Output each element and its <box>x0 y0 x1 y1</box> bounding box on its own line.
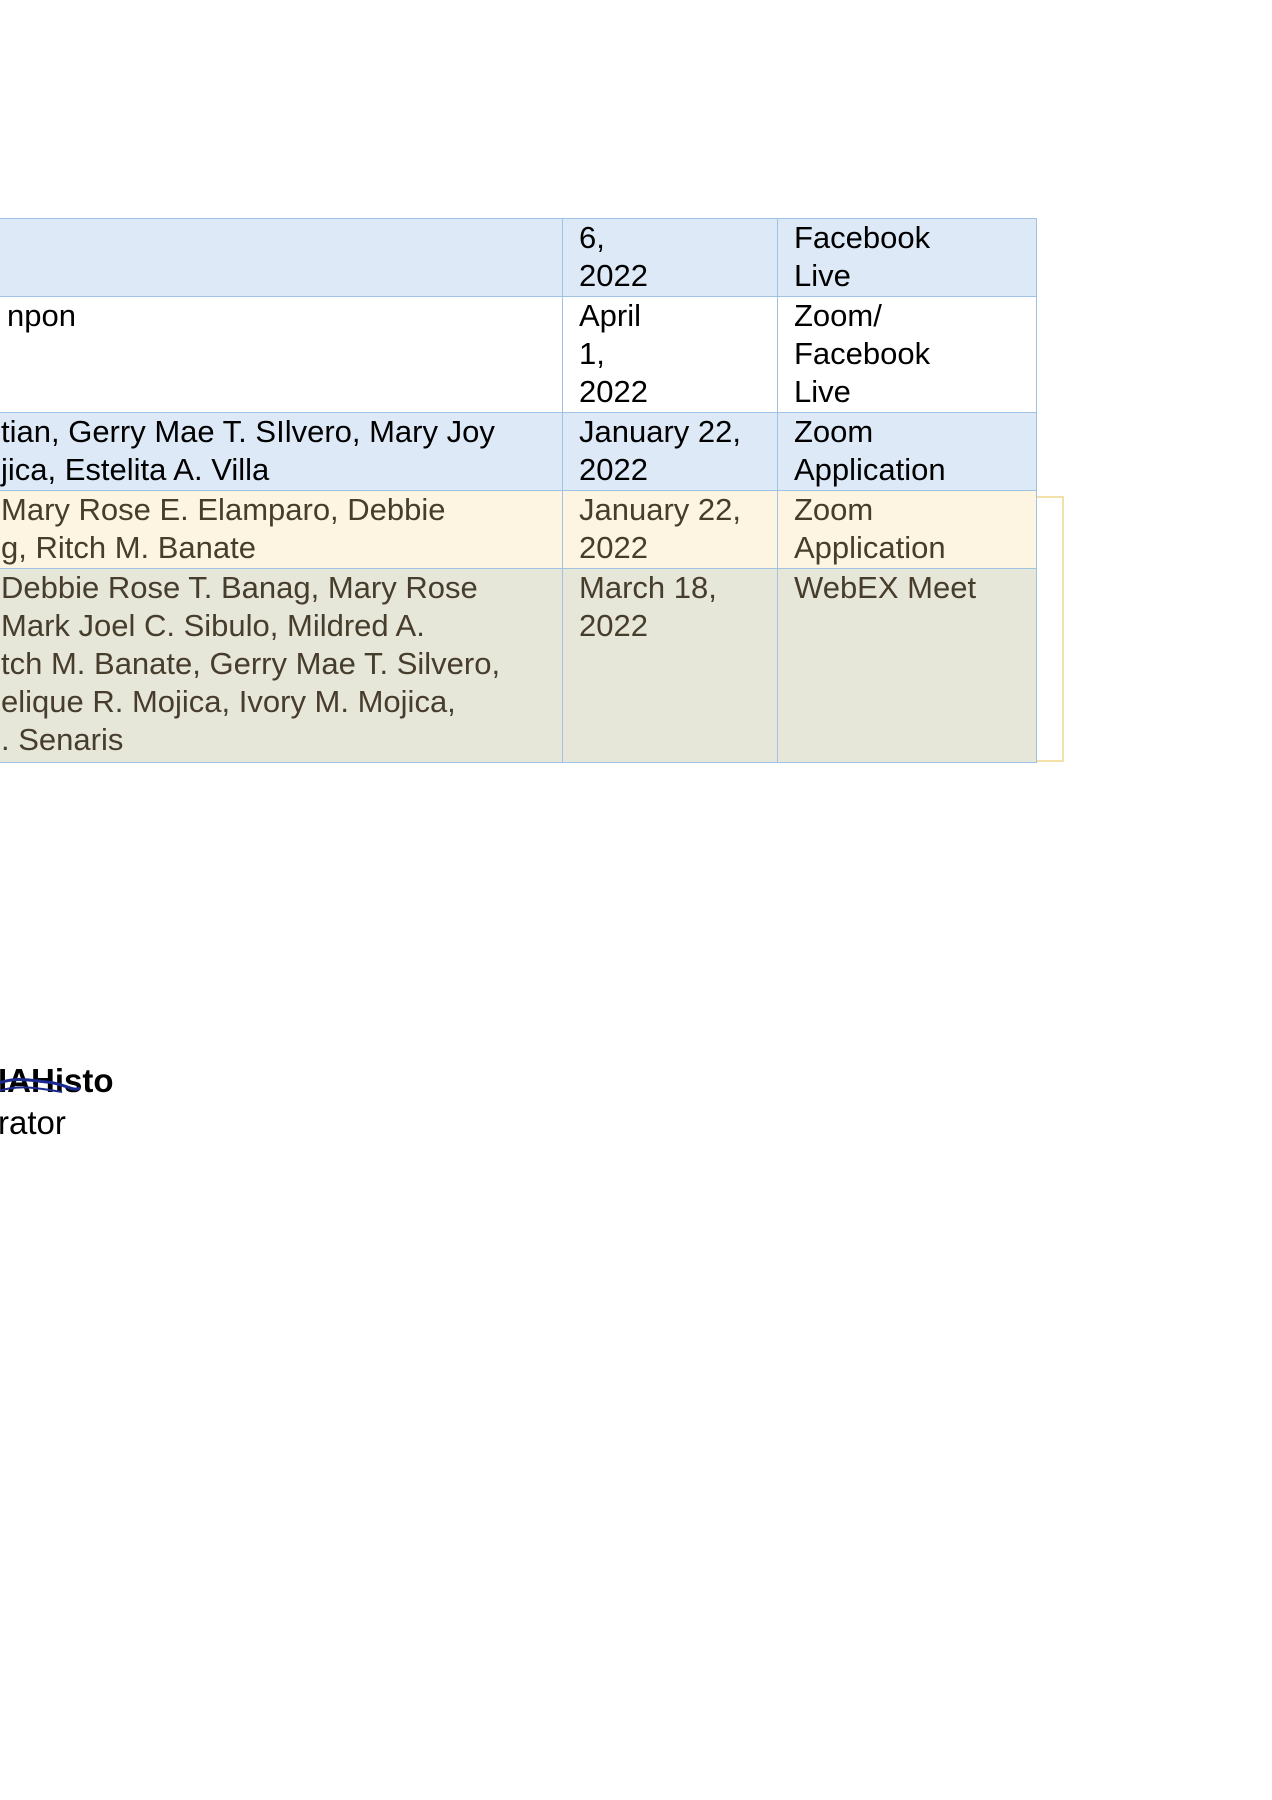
platform-cell: Zoom/ Facebook Live <box>777 296 1037 413</box>
schedule-table: 6, 2022 Facebook Live npon April 1, 2022… <box>0 218 1037 763</box>
table-row: Debbie Rose T. Banag, Mary Rose Mark Joe… <box>0 568 1037 763</box>
platform-cell: Zoom Application <box>777 412 1037 491</box>
table-row: npon April 1, 2022 Zoom/ Facebook Live <box>0 296 1037 413</box>
signature-block: IAHisto rator <box>0 1060 114 1144</box>
table-row: 6, 2022 Facebook Live <box>0 218 1037 297</box>
date-cell: January 22, 2022 <box>562 490 778 569</box>
date-cell: January 22, 2022 <box>562 412 778 491</box>
document-page: 6, 2022 Facebook Live npon April 1, 2022… <box>0 0 1272 1800</box>
platform-cell: Zoom Application <box>777 490 1037 569</box>
date-cell: March 18, 2022 <box>562 568 778 763</box>
participants-cell: tian, Gerry Mae T. SIlvero, Mary Joy jic… <box>0 412 563 491</box>
schedule-table-wrap: 6, 2022 Facebook Live npon April 1, 2022… <box>0 218 1037 763</box>
table-row: Mary Rose E. Elamparo, Debbie g, Ritch M… <box>0 490 1037 569</box>
platform-cell: Facebook Live <box>777 218 1037 297</box>
participants-cell <box>0 218 563 297</box>
participants-cell: Debbie Rose T. Banag, Mary Rose Mark Joe… <box>0 568 563 763</box>
platform-cell: WebEX Meet <box>777 568 1037 763</box>
signatory-title: rator <box>0 1104 66 1141</box>
participants-cell: Mary Rose E. Elamparo, Debbie g, Ritch M… <box>0 490 563 569</box>
signatory-name: IAHisto <box>0 1060 114 1102</box>
participants-cell: npon <box>0 296 563 413</box>
table-row: tian, Gerry Mae T. SIlvero, Mary Joy jic… <box>0 412 1037 491</box>
date-cell: 6, 2022 <box>562 218 778 297</box>
signatory-name-text: IAHisto <box>0 1062 114 1099</box>
date-cell: April 1, 2022 <box>562 296 778 413</box>
